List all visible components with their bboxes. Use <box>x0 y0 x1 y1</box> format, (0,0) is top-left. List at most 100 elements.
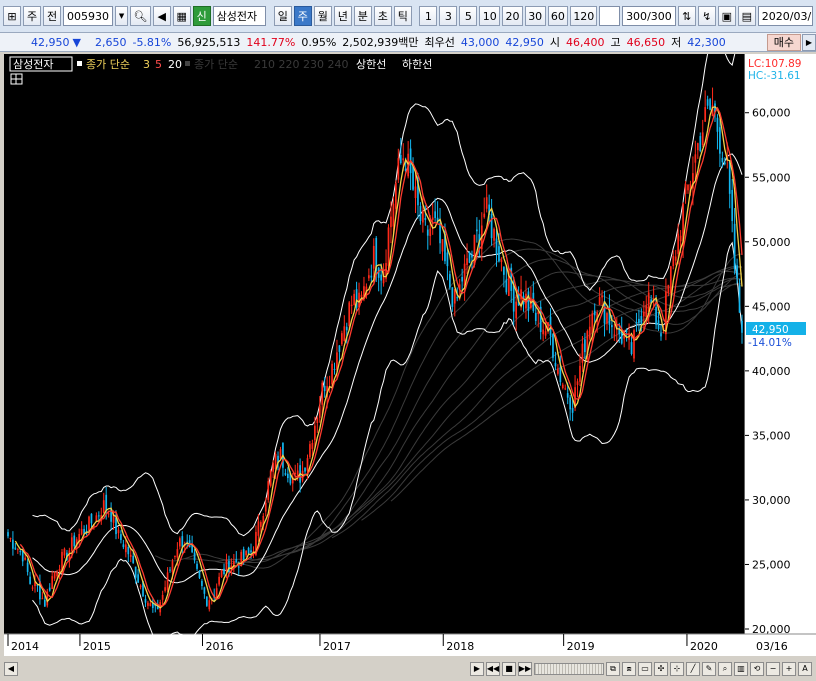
period-second-button[interactable]: 초 <box>373 6 392 26</box>
draw-line-icon[interactable]: ╱ <box>686 661 700 676</box>
legend-ma20: 20 <box>168 58 182 71</box>
draw-icon[interactable]: ↯ <box>697 6 716 26</box>
date-input[interactable]: 2020/03/1 <box>757 6 813 26</box>
candle-down <box>181 536 184 547</box>
custom-interval-input[interactable] <box>599 6 621 26</box>
stop-button[interactable]: ■ <box>502 661 516 676</box>
magnify-icon[interactable]: ⌕ <box>718 661 732 676</box>
interval-button[interactable]: 120 <box>570 6 598 26</box>
code-dropdown-icon[interactable]: ▼ <box>115 6 128 26</box>
period-tick-button[interactable]: 틱 <box>393 6 412 26</box>
candle-up <box>306 458 309 471</box>
window-icon[interactable]: ⊞ <box>3 6 21 26</box>
current-price-tag-value: 42,950 <box>752 324 789 336</box>
candle-up <box>208 600 211 610</box>
low-label: 저 <box>671 36 682 49</box>
candle-down <box>399 155 402 164</box>
period-minute-button[interactable]: 분 <box>353 6 372 26</box>
candle-up <box>124 544 127 553</box>
cursor-icon[interactable]: ✣ <box>654 661 668 676</box>
pen-icon[interactable]: ✎ <box>702 661 716 676</box>
volume: 56,925,513 <box>177 35 241 49</box>
signal-badge[interactable]: 신 <box>192 6 211 26</box>
y-tick-label: 40,000 <box>752 365 791 378</box>
candle-down <box>43 599 46 607</box>
candle-up <box>174 555 176 557</box>
fast-forward-button[interactable]: ▶▶ <box>518 661 532 676</box>
legend-marker-dim <box>185 61 190 66</box>
chart-svg[interactable]: 삼성전자 종가 단순 3 5 20 종가 단순 210 220 230 240 … <box>4 54 816 658</box>
candle-down <box>741 320 743 333</box>
high-label: 고 <box>610 36 621 49</box>
overlay-icon[interactable]: ⧈ <box>622 661 636 676</box>
expand-icon[interactable]: ▶ <box>802 33 816 51</box>
chart-control-bar: ◀ ▶ ◀◀ ■ ▶▶ ⧉ ⧈ ▭ ✣ ⊹ ╱ ✎ ⌕ ▥ ⟲ − + A <box>0 656 816 681</box>
interval-button[interactable]: 10 <box>479 6 501 26</box>
candle-up <box>500 259 503 263</box>
period-month-button[interactable]: 월 <box>313 6 332 26</box>
zoom-in-button[interactable]: + <box>782 661 796 676</box>
candle-up <box>372 245 375 269</box>
candle-up <box>515 301 518 319</box>
candle-up <box>56 571 58 577</box>
grid-icon[interactable]: ▦ <box>172 6 191 26</box>
candle-down <box>419 206 422 221</box>
before-button[interactable]: 전 <box>43 6 61 26</box>
save-icon[interactable]: ▣ <box>717 6 736 26</box>
candle-down <box>640 316 643 324</box>
count-total: /300 <box>647 9 672 23</box>
scroll-track[interactable] <box>534 662 604 675</box>
x-tick-label: 2019 <box>567 640 595 653</box>
chart-type-icon[interactable]: ▥ <box>734 661 748 676</box>
rewind-button[interactable]: ◀◀ <box>486 661 500 676</box>
candle-up <box>161 594 164 600</box>
price-chart[interactable]: 삼성전자 종가 단순 3 5 20 종가 단순 210 220 230 240 … <box>4 54 816 658</box>
zoom-out-button[interactable]: − <box>766 661 780 676</box>
candle-down <box>380 274 382 281</box>
count-input[interactable]: 300/300 <box>622 6 676 26</box>
candle-down <box>738 285 741 313</box>
reset-icon[interactable]: ⟲ <box>750 661 764 676</box>
candle-up <box>311 442 314 449</box>
candle-up <box>171 561 174 573</box>
candle-up <box>669 266 672 294</box>
market-select[interactable]: 주 <box>23 6 41 26</box>
candle-down <box>198 571 201 578</box>
stock-code-input[interactable]: 005930 <box>63 6 113 26</box>
period-day-button[interactable]: 일 <box>273 6 292 26</box>
candle-up <box>606 313 608 324</box>
indicator-icon[interactable]: ⇅ <box>677 6 696 26</box>
period-week-button[interactable]: 주 <box>293 6 312 26</box>
scroll-right-button[interactable]: ▶ <box>470 661 484 676</box>
interval-button[interactable]: 30 <box>524 6 546 26</box>
interval-button[interactable]: 20 <box>502 6 523 26</box>
fit-icon[interactable]: ▭ <box>638 661 652 676</box>
candle-down <box>127 546 130 555</box>
stock-name-field[interactable]: 삼성전자 <box>212 6 267 26</box>
x-tick-label: 2018 <box>446 640 474 653</box>
candle-up <box>613 334 616 336</box>
crosshair-icon[interactable]: ⊹ <box>670 661 684 676</box>
candle-up <box>645 305 648 317</box>
interval-button[interactable]: 3 <box>439 6 458 26</box>
period-year-button[interactable]: 년 <box>333 6 352 26</box>
candle-down <box>304 467 306 472</box>
speaker-icon[interactable]: ◀︎ <box>152 6 171 26</box>
search-icon[interactable]: 🔍︎ <box>130 6 151 26</box>
interval-button[interactable]: 5 <box>459 6 478 26</box>
interval-button[interactable]: 60 <box>547 6 569 26</box>
candle-up <box>392 203 395 227</box>
y-tick-label: 30,000 <box>752 494 791 507</box>
candle-down <box>559 368 562 383</box>
interval-button[interactable]: 1 <box>419 6 438 26</box>
settings-icon[interactable]: ▤ <box>737 6 756 26</box>
auto-scale-button[interactable]: A <box>798 661 812 676</box>
buy-button[interactable]: 매수 <box>766 33 801 51</box>
candle-up <box>387 227 390 266</box>
candle-up <box>353 293 355 305</box>
scroll-left-button[interactable]: ◀ <box>4 661 18 676</box>
candle-down <box>196 563 198 569</box>
candle-down <box>733 223 736 269</box>
last-date-label: 03/16 <box>756 640 788 653</box>
zoom-window-icon[interactable]: ⧉ <box>606 661 620 676</box>
